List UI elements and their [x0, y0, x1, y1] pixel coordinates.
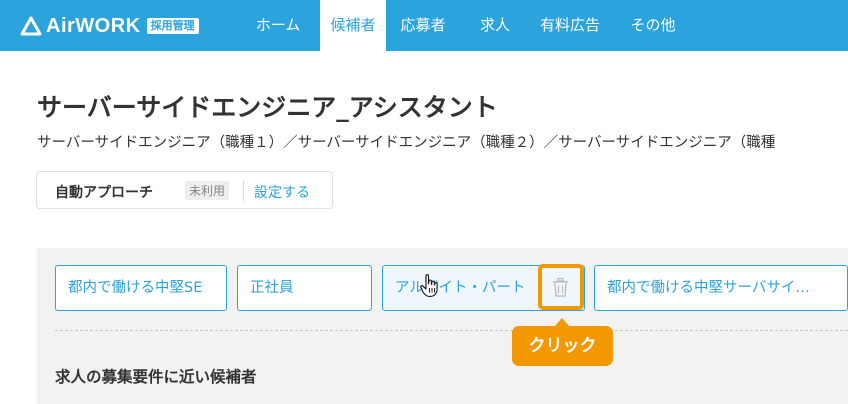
nav-applicants[interactable]: 応募者 [390, 0, 456, 51]
brand-badge: 採用管理 [146, 18, 199, 34]
nav-other[interactable]: その他 [620, 0, 686, 51]
status-badge: 未利用 [185, 181, 230, 200]
search-tab[interactable]: 正社員 [237, 265, 372, 311]
dashed-divider [55, 330, 848, 331]
nav-jobs[interactable]: 求人 [470, 0, 520, 51]
search-tab[interactable]: 都内で働ける中堅サーバサイ… [594, 265, 848, 311]
auto-approach-label: 自動アプローチ [55, 185, 153, 201]
nav-paid-ads[interactable]: 有料広告 [530, 0, 610, 51]
top-navigation-bar: AirWORK 採用管理 ホーム 候補者 応募者 求人 有料広告 その他 [0, 0, 848, 51]
auto-approach-box: 自動アプローチ 未利用 設定する [36, 171, 333, 209]
brand-name: AirWORK [46, 14, 141, 37]
click-callout: クリック [512, 326, 613, 366]
hand-cursor-icon [420, 274, 438, 298]
airwork-logo-icon [20, 16, 42, 36]
airwork-logo[interactable]: AirWORK 採用管理 [20, 13, 199, 39]
settings-link[interactable]: 設定する [254, 182, 310, 202]
job-type-breadcrumb: サーバーサイドエンジニア（職種１）／サーバーサイドエンジニア（職種２）／サーバー… [37, 135, 776, 151]
search-tab[interactable]: 都内で働ける中堅SE [55, 265, 227, 311]
nav-candidates[interactable]: 候補者 [320, 0, 386, 51]
nav-home[interactable]: ホーム [245, 0, 311, 51]
section-heading: 求人の募集要件に近い候補者 [55, 368, 257, 386]
page-title: サーバーサイドエンジニア_アシスタント [37, 93, 498, 122]
trash-icon[interactable] [552, 278, 569, 297]
divider [243, 180, 244, 201]
